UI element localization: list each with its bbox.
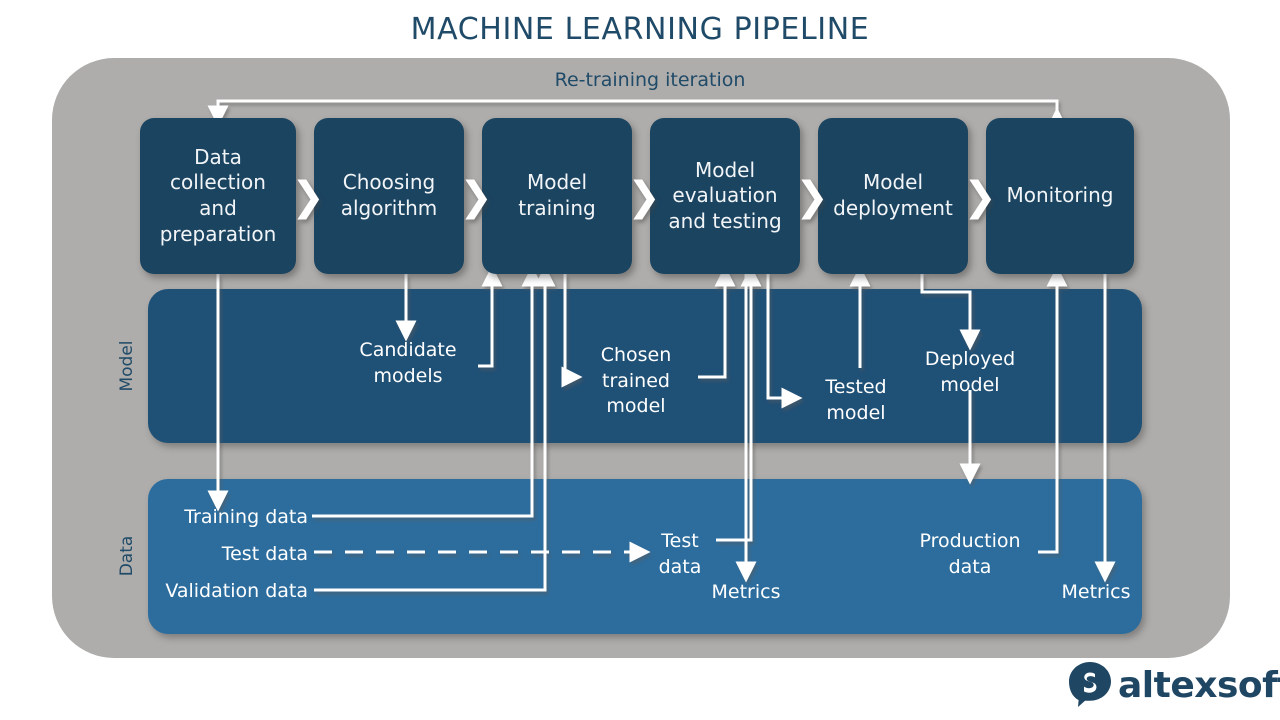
stage-chevron-icon-5: ❯ <box>963 174 997 220</box>
pipeline-stage-3[interactable]: Model training <box>482 118 632 274</box>
speech-bubble-s-icon <box>1069 662 1111 707</box>
data-artifact-label-4: Test data <box>658 530 702 578</box>
brand-name: altexsoft <box>1118 665 1280 706</box>
data-artifact-label-7: Metrics <box>1061 581 1131 603</box>
pipeline-stage-label: Data collection and preparation <box>159 144 277 246</box>
model-artifact-label-4: Deployed model <box>924 348 1016 396</box>
pipeline-stage-label: Model training <box>518 170 596 220</box>
stage-chevron-icon-3: ❯ <box>627 174 661 220</box>
data-artifact-label-2: Test data <box>221 543 308 565</box>
pipeline-stage-6[interactable]: Monitoring <box>986 118 1134 274</box>
model-artifact-label-3: Tested model <box>825 376 887 424</box>
stage-chevron-icon-2: ❯ <box>459 174 493 220</box>
model-artifact-label-1: Candidate models <box>359 339 457 387</box>
pipeline-stage-label: Monitoring <box>1006 183 1114 208</box>
pipeline-stage-5[interactable]: Model deployment <box>818 118 968 274</box>
pipeline-stage-2[interactable]: Choosing algorithm <box>314 118 464 274</box>
stage-chevron-icon-1: ❯ <box>291 174 325 220</box>
pipeline-stage-label: Choosing algorithm <box>340 170 438 220</box>
data-artifact-label-5: Metrics <box>711 581 781 603</box>
retraining-loop-label: Re-training iteration <box>554 69 746 91</box>
data-artifact-label-6: Production data <box>919 530 1021 578</box>
data-artifact-label-3: Validation data <box>165 580 308 602</box>
stage-chevron-icon-4: ❯ <box>795 174 829 220</box>
pipeline-stage-1[interactable]: Data collection and preparation <box>140 118 296 274</box>
model-artifact-label-2: Chosen trained model <box>600 344 672 418</box>
data-artifact-label-1: Training data <box>184 506 308 528</box>
brand-logo[interactable]: altexsoft <box>1066 660 1280 714</box>
pipeline-stage-label: Model deployment <box>833 170 953 220</box>
pipeline-stage-label: Model evaluation and testing <box>668 157 782 233</box>
pipeline-stage-4[interactable]: Model evaluation and testing <box>650 118 800 274</box>
